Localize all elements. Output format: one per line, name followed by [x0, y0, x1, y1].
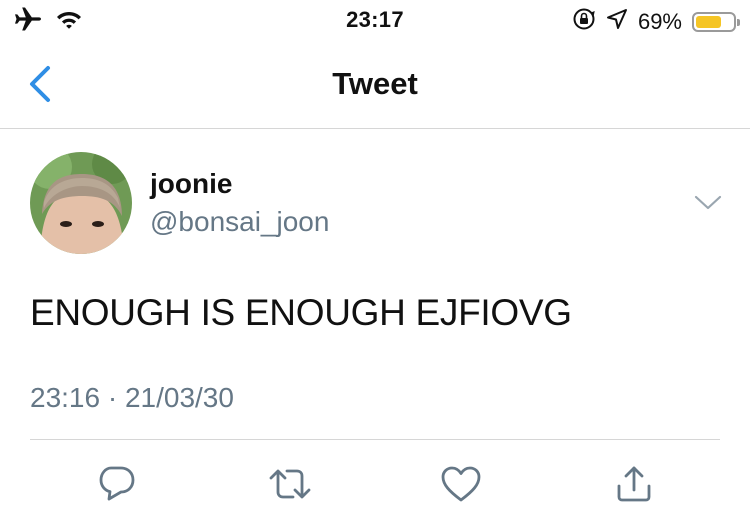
more-options-button[interactable]	[692, 192, 724, 214]
share-button[interactable]	[610, 460, 658, 508]
battery-icon	[692, 11, 740, 32]
page-title: Tweet	[332, 66, 418, 101]
tweet-detail-screen: 23:17 69% Tweet joonie @bonsai_joon ENOU…	[0, 0, 750, 527]
avatar[interactable]	[30, 152, 132, 254]
orientation-lock-icon	[572, 7, 596, 36]
battery-percent: 69%	[637, 8, 682, 34]
retweet-icon	[269, 469, 311, 499]
battery-fill	[696, 15, 721, 28]
chevron-down-icon	[694, 195, 722, 210]
share-icon	[617, 466, 651, 502]
user-handle[interactable]: @bonsai_joon	[150, 206, 329, 238]
status-right: 69%	[572, 7, 740, 36]
tweet-timestamp[interactable]: 23:16 · 21/03/30	[30, 382, 234, 414]
retweet-button[interactable]	[266, 460, 314, 508]
status-bar: 23:17 69%	[0, 0, 750, 40]
divider	[30, 439, 720, 440]
tweet-text: ENOUGH IS ENOUGH EJFIOVG	[30, 292, 572, 333]
location-icon	[606, 8, 628, 35]
reply-button[interactable]	[93, 460, 141, 508]
reply-icon	[99, 466, 135, 501]
like-button[interactable]	[437, 460, 485, 508]
heart-icon	[441, 466, 481, 502]
navigation-bar: Tweet	[0, 40, 750, 129]
display-name[interactable]: joonie	[150, 168, 232, 200]
